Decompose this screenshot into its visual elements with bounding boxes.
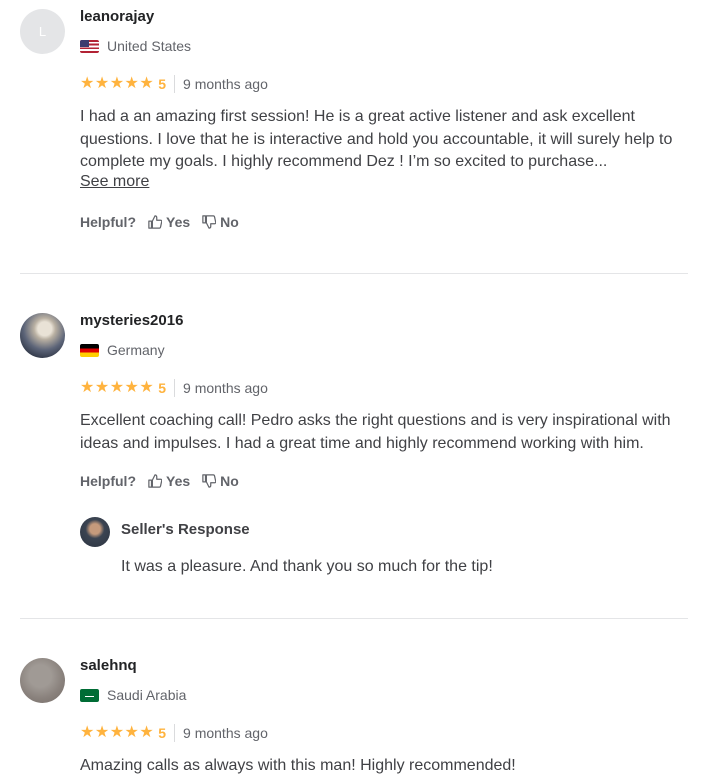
helpful-yes-button[interactable]: Yes	[148, 473, 190, 489]
avatar[interactable]: L	[20, 9, 65, 54]
country-name: Germany	[107, 342, 165, 358]
review-time: 9 months ago	[183, 725, 268, 741]
helpful-label: Helpful?	[80, 473, 136, 489]
reviewer-username[interactable]: salehnq	[80, 657, 137, 674]
thumbs-up-icon	[148, 215, 162, 229]
review-divider	[20, 273, 688, 274]
rating-row: ★★★★★ 5 9 months ago	[80, 379, 268, 397]
helpful-no-button[interactable]: No	[202, 473, 239, 489]
no-label: No	[220, 473, 239, 489]
reviewer-country: United States	[80, 38, 191, 54]
rating-value: 5	[158, 76, 167, 92]
review-divider	[20, 618, 688, 619]
star-rating-icon: ★★★★★	[80, 75, 155, 92]
rating-row: ★★★★★ 5 9 months ago	[80, 724, 268, 742]
divider	[174, 379, 176, 397]
review-time: 9 months ago	[183, 76, 268, 92]
helpful-label: Helpful?	[80, 214, 136, 230]
avatar-initial: L	[38, 24, 47, 39]
seller-response-text: It was a pleasure. And thank you so much…	[121, 558, 493, 575]
helpful-yes-button[interactable]: Yes	[148, 214, 190, 230]
rating-row: ★★★★★ 5 9 months ago	[80, 75, 268, 93]
thumbs-down-icon	[202, 474, 217, 488]
germany-flag-icon	[80, 343, 99, 357]
star-rating-icon: ★★★★★	[80, 724, 155, 741]
seller-response-title: Seller's Response	[121, 521, 250, 538]
reviewer-username[interactable]: leanorajay	[80, 8, 154, 25]
country-name: Saudi Arabia	[107, 687, 187, 703]
review-text: I had a an amazing first session! He is …	[80, 108, 673, 170]
helpful-row: Helpful? Yes No	[80, 473, 239, 489]
rating-value: 5	[158, 380, 167, 396]
avatar[interactable]	[20, 658, 65, 703]
no-label: No	[220, 214, 239, 230]
thumbs-up-icon	[148, 474, 162, 488]
review-time: 9 months ago	[183, 380, 268, 396]
reviewer-username[interactable]: mysteries2016	[80, 312, 183, 329]
us-flag-icon	[80, 39, 99, 53]
star-rating-icon: ★★★★★	[80, 379, 155, 396]
divider	[174, 75, 176, 93]
thumbs-down-icon	[202, 215, 217, 229]
review-text: Excellent coaching call! Pedro asks the …	[80, 412, 671, 452]
seller-avatar	[80, 517, 110, 547]
helpful-row: Helpful? Yes No	[80, 214, 239, 230]
review-text: Amazing calls as always with this man! H…	[80, 757, 516, 774]
reviewer-country: Germany	[80, 342, 165, 358]
yes-label: Yes	[166, 214, 191, 230]
see-more-link[interactable]: See more	[80, 173, 149, 191]
reviewer-country: Saudi Arabia	[80, 687, 186, 703]
saudi-flag-icon	[80, 688, 99, 702]
divider	[174, 724, 176, 742]
rating-value: 5	[158, 725, 167, 741]
avatar[interactable]	[20, 313, 65, 358]
country-name: United States	[107, 38, 192, 54]
helpful-no-button[interactable]: No	[202, 214, 239, 230]
yes-label: Yes	[166, 473, 191, 489]
